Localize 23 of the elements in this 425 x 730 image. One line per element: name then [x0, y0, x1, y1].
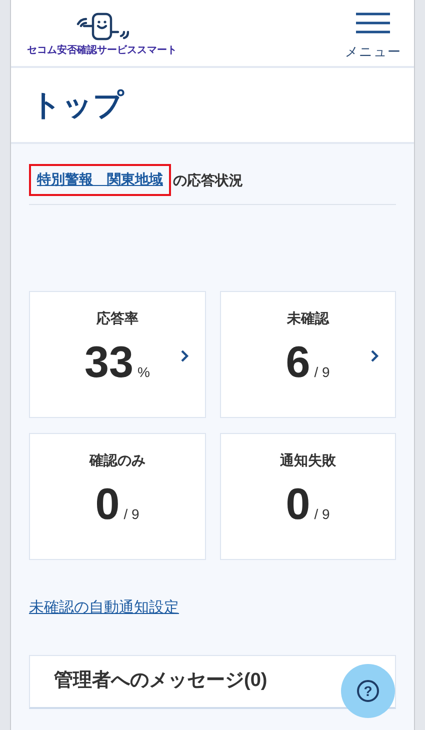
stat-unit: %	[138, 363, 150, 382]
stat-label: 応答率	[96, 309, 138, 328]
logo-text: セコム安否確認サービススマート	[27, 46, 177, 56]
menu-icon	[356, 12, 390, 34]
stat-label: 未確認	[286, 309, 329, 328]
status-heading: の応答状況	[173, 170, 243, 190]
stat-unit: / 9	[314, 363, 330, 382]
stat-value: 0	[95, 483, 120, 527]
stat-value: 33	[84, 341, 134, 385]
page-title: トップ	[31, 88, 124, 124]
stat-card[interactable]: 応答率 33%	[29, 291, 206, 418]
auto-notify-link[interactable]: 未確認の自動通知設定	[29, 599, 179, 616]
stat-value: 6	[286, 341, 310, 385]
stat-unit: / 9	[124, 505, 140, 524]
message-panel-title: 管理者へのメッセージ(0)	[54, 669, 268, 694]
alert-link[interactable]: 特別警報 関東地域	[37, 171, 163, 187]
logo-icon	[75, 12, 129, 42]
stat-label: 通知失敗	[280, 451, 336, 470]
stat-card[interactable]: 未確認 6/ 9	[220, 291, 396, 418]
stat-value: 0	[286, 483, 310, 527]
menu-button[interactable]: メニュー	[344, 0, 402, 62]
stat-label: 確認のみ	[89, 451, 146, 470]
stat-unit: / 9	[314, 505, 330, 524]
